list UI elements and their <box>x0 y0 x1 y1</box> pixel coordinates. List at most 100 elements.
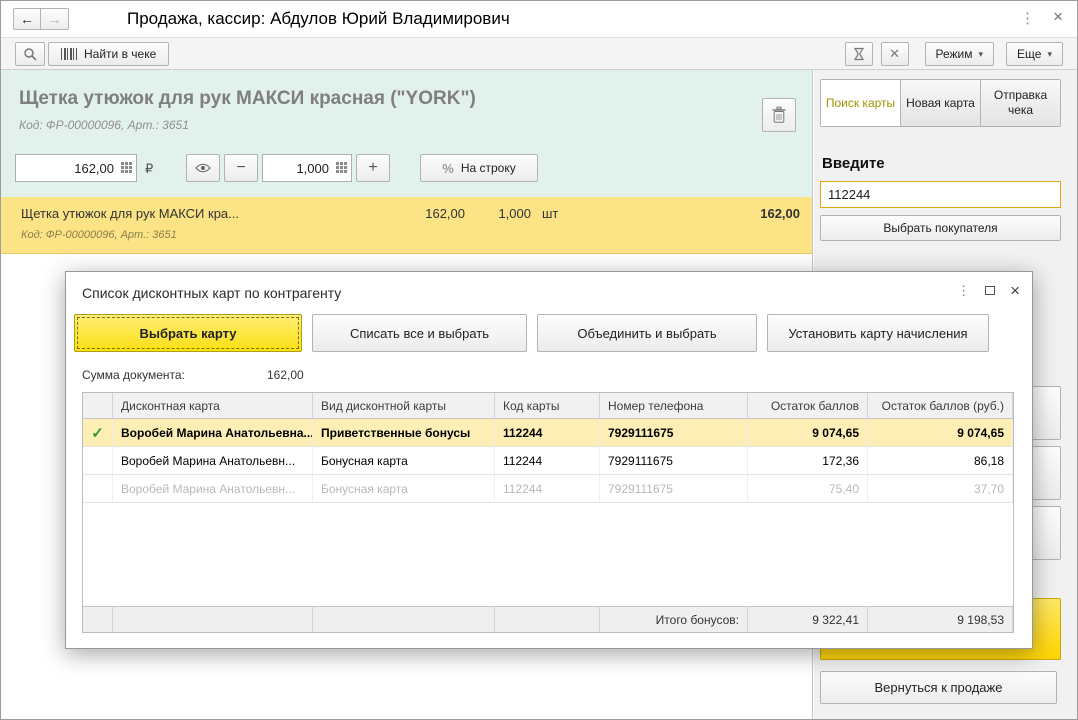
row-card: Воробей Марина Анатольевн... <box>113 447 313 474</box>
search-button[interactable] <box>15 42 45 66</box>
line-quantity: 1,000 <box>498 206 531 221</box>
tab-new-card[interactable]: Новая карта <box>901 80 981 126</box>
discount-per-line-button[interactable]: % На строку <box>420 154 538 182</box>
line-controls: ₽ − + % На строку <box>15 154 798 182</box>
title-bar: ← → Продажа, кассир: Абдулов Юрий Владим… <box>1 1 1077 37</box>
postpone-receipt-button[interactable] <box>844 42 873 66</box>
footer-empty-cell <box>113 607 313 632</box>
history-nav: ← → <box>13 8 69 30</box>
delete-line-button[interactable] <box>762 98 796 132</box>
footer-empty-cell <box>313 607 495 632</box>
writeoff-all-and-select-button[interactable]: Списать все и выбрать <box>312 314 527 352</box>
forward-button[interactable]: → <box>41 8 69 30</box>
table-row[interactable]: Воробей Марина Анатольевн... Бонусная ка… <box>83 447 1013 475</box>
line-unit: шт <box>542 206 559 221</box>
header-points-rub[interactable]: Остаток баллов (руб.) <box>868 393 1013 418</box>
select-customer-label: Выбрать покупателя <box>883 221 998 235</box>
dialog-title: Список дисконтных карт по контрагенту <box>82 285 342 301</box>
row-check-cell <box>83 475 113 502</box>
more-dropdown-button[interactable]: Еще ▾ <box>1006 42 1063 66</box>
chevron-down-icon: ▾ <box>1047 48 1052 59</box>
find-in-receipt-label: Найти в чеке <box>84 47 157 61</box>
tab-label: Поиск карты <box>825 95 896 110</box>
calculator-icon[interactable] <box>121 162 132 173</box>
window-title: Продажа, кассир: Абдулов Юрий Владимиров… <box>127 9 510 28</box>
merge-and-select-button[interactable]: Объединить и выбрать <box>537 314 757 352</box>
hourglass-icon <box>853 47 864 61</box>
tab-card-search[interactable]: Поиск карты <box>821 80 901 126</box>
tab-label: Новая карта <box>906 95 975 110</box>
product-code-line: Код: ФР-00000096, Арт.: 3651 <box>19 118 189 132</box>
more-label: Еще <box>1017 47 1042 61</box>
receipt-line-row[interactable]: Щетка утюжок для рук МАКСИ кра... 162,00… <box>1 197 812 254</box>
row-points: 9 074,65 <box>748 419 868 446</box>
window-menu-dots-icon[interactable]: ⋮ <box>1020 9 1035 27</box>
document-sum-label: Сумма документа: <box>82 368 185 382</box>
tab-send-receipt[interactable]: Отправка чека <box>981 80 1060 126</box>
return-to-sale-button[interactable]: Вернуться к продаже <box>820 671 1057 704</box>
price-input[interactable] <box>16 155 136 181</box>
select-card-label: Выбрать карту <box>139 325 237 341</box>
card-number-input[interactable] <box>821 182 1060 207</box>
document-sum-value: 162,00 <box>267 368 304 382</box>
cancel-receipt-button[interactable]: ✕ <box>880 42 909 66</box>
dialog-maximize-icon[interactable] <box>985 286 996 295</box>
header-points[interactable]: Остаток баллов <box>748 393 868 418</box>
row-points-rub: 37,70 <box>868 475 1013 502</box>
chevron-down-icon: ▾ <box>978 48 984 59</box>
line-price: 162,00 <box>425 206 465 221</box>
back-button[interactable]: ← <box>13 8 41 30</box>
dialog-actions: Выбрать карту Списать все и выбрать Объе… <box>74 314 1024 352</box>
header-card[interactable]: Дисконтная карта <box>113 393 313 418</box>
find-in-receipt-button[interactable]: Найти в чеке <box>48 42 170 66</box>
select-card-button[interactable]: Выбрать карту <box>74 314 302 352</box>
footer-total-label: Итого бонусов: <box>600 607 748 632</box>
dialog-menu-dots-icon[interactable]: ⋮ <box>957 283 970 299</box>
table-row[interactable]: ✓ Воробей Марина Анатольевна... Приветст… <box>83 419 1013 447</box>
card-tabs: Поиск карты Новая карта Отправка чека <box>820 79 1061 127</box>
toolbar-right: ✕ Режим ▾ Еще ▾ <box>844 42 1063 66</box>
view-line-button[interactable] <box>186 154 220 182</box>
row-card-code: 112244 <box>495 419 600 446</box>
row-card-code: 112244 <box>495 447 600 474</box>
window-close-icon[interactable]: × <box>1053 7 1063 27</box>
table-footer: Итого бонусов: 9 322,41 9 198,53 <box>83 606 1013 632</box>
header-card-code[interactable]: Код карты <box>495 393 600 418</box>
row-phone: 7929111675 <box>600 419 748 446</box>
row-points-rub: 86,18 <box>868 447 1013 474</box>
barcode-icon <box>61 48 77 60</box>
header-check-column <box>83 393 113 418</box>
back-arrow-icon: ← <box>20 11 34 27</box>
discount-cards-dialog: Список дисконтных карт по контрагенту ⋮ … <box>65 271 1033 649</box>
minus-icon: − <box>236 159 246 176</box>
percent-icon: % <box>442 160 454 176</box>
product-title: Щетка утюжок для рук МАКСИ красная ("YOR… <box>19 88 476 109</box>
search-icon <box>24 48 37 61</box>
current-item-panel: Щетка утюжок для рук МАКСИ красная ("YOR… <box>1 70 812 197</box>
header-card-type[interactable]: Вид дисконтной карты <box>313 393 495 418</box>
calculator-icon[interactable] <box>336 162 347 173</box>
row-card: Воробей Марина Анатольевн... <box>113 475 313 502</box>
row-points: 75,40 <box>748 475 868 502</box>
select-customer-button[interactable]: Выбрать покупателя <box>820 215 1061 241</box>
card-number-field <box>820 181 1061 208</box>
discount-cards-table: Дисконтная карта Вид дисконтной карты Ко… <box>82 392 1014 633</box>
set-accrual-card-button[interactable]: Установить карту начисления <box>767 314 989 352</box>
pos-window: ← → Продажа, кассир: Абдулов Юрий Владим… <box>0 0 1078 720</box>
quantity-decrease-button[interactable]: − <box>224 154 258 182</box>
cancel-x-icon: ✕ <box>889 46 900 61</box>
dialog-close-icon[interactable]: × <box>1010 282 1020 299</box>
table-row[interactable]: Воробей Марина Анатольевн... Бонусная ка… <box>83 475 1013 503</box>
header-phone[interactable]: Номер телефона <box>600 393 748 418</box>
set-accrual-card-label: Установить карту начисления <box>788 325 968 341</box>
row-points-rub: 9 074,65 <box>868 419 1013 446</box>
row-card-type: Бонусная карта <box>313 447 495 474</box>
per-line-label: На строку <box>460 161 516 175</box>
footer-total-points: 9 322,41 <box>748 607 868 632</box>
price-field <box>15 154 137 182</box>
quantity-increase-button[interactable]: + <box>356 154 390 182</box>
row-card-type: Приветственные бонусы <box>313 419 495 446</box>
quantity-field <box>262 154 352 182</box>
eye-icon <box>195 163 211 173</box>
mode-dropdown-button[interactable]: Режим ▾ <box>924 42 995 66</box>
